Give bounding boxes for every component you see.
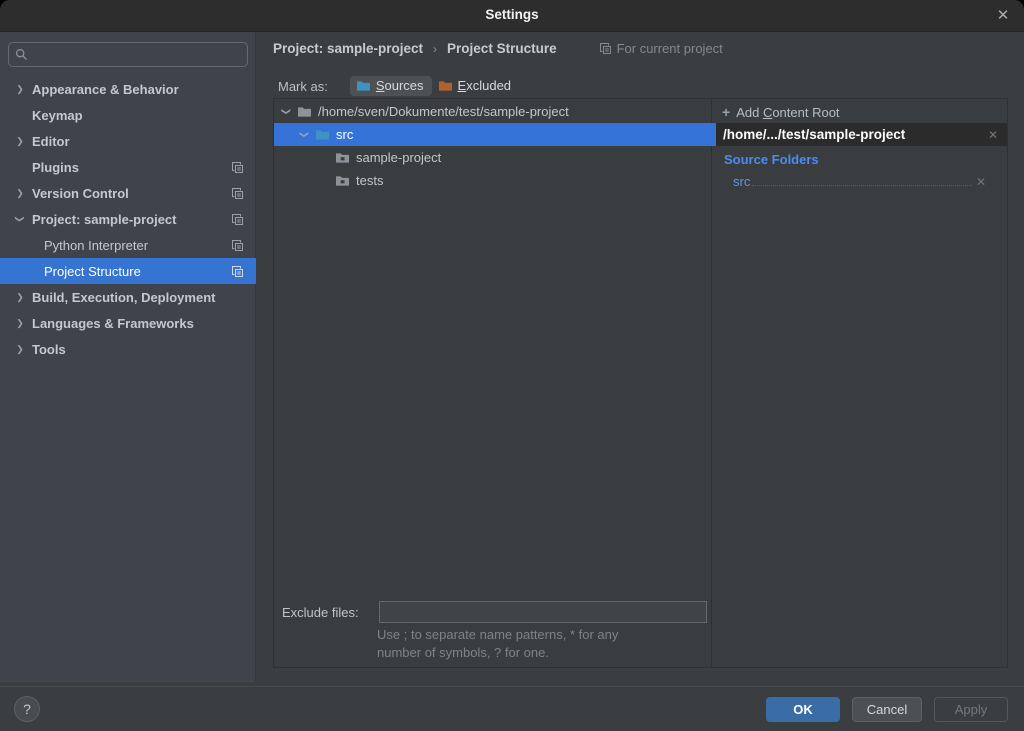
exclude-files-input[interactable] (379, 601, 707, 623)
main-content: Project: sample-project › Project Struct… (257, 32, 1024, 686)
dotted-leader (752, 185, 972, 186)
content-root-item[interactable]: /home/.../test/sample-project ✕ (711, 123, 1007, 146)
chevron-down-icon[interactable]: ❯ (281, 106, 292, 118)
titlebar: Settings ✕ (0, 0, 1024, 32)
footer-buttons: OK Cancel Apply (766, 697, 1008, 722)
chevron-right-icon[interactable]: ❯ (14, 291, 26, 303)
search-input[interactable] (33, 47, 241, 62)
sidebar-item-languages-frameworks[interactable]: ❯ Languages & Frameworks (0, 310, 256, 336)
dialog-footer: ? OK Cancel Apply (0, 686, 1024, 731)
scope-note-label: For current project (617, 41, 723, 56)
chevron-right-icon[interactable]: ❯ (14, 187, 26, 199)
sidebar-item-label: Plugins (32, 160, 79, 175)
ok-button[interactable]: OK (766, 697, 840, 722)
dialog-title: Settings (0, 7, 1024, 22)
source-folder-icon (356, 79, 371, 92)
hint-line: number of symbols, ? for one. (377, 644, 618, 662)
sidebar-item-label: Version Control (32, 186, 129, 201)
per-project-icon (231, 265, 244, 278)
sidebar-item-label: Project Structure (44, 264, 141, 279)
content-root-path: /home/.../test/sample-project (723, 127, 988, 142)
sidebar-item-project-structure[interactable]: Project Structure (0, 258, 256, 284)
tree-row-label: sample-project (356, 150, 441, 165)
sidebar-item-plugins[interactable]: Plugins (0, 154, 256, 180)
source-folder-item[interactable]: src ✕ (733, 171, 995, 189)
tree-row-src[interactable]: ❯ src (274, 123, 711, 146)
search-box[interactable] (8, 42, 248, 67)
sidebar-item-label: Keymap (32, 108, 83, 123)
breadcrumb-separator-icon: › (433, 42, 437, 56)
folder-icon (297, 105, 312, 118)
source-folder-link[interactable]: src (733, 174, 750, 189)
exclude-files-hint: Use ; to separate name patterns, * for a… (377, 626, 618, 662)
add-content-root-button[interactable]: + Add Content Root (722, 104, 840, 120)
sidebar-item-version-control[interactable]: ❯ Version Control (0, 180, 256, 206)
sidebar-item-keymap[interactable]: Keymap (0, 102, 256, 128)
settings-dialog: Settings ✕ ❯ Appearance & Behavior Keyma… (0, 0, 1024, 731)
scope-note: For current project (599, 41, 723, 56)
exclude-files-row: Exclude files: (280, 601, 707, 623)
source-folder-icon (315, 128, 330, 141)
remove-source-folder-icon[interactable]: ✕ (976, 175, 986, 189)
plus-icon: + (722, 104, 730, 120)
settings-sidebar: ❯ Appearance & Behavior Keymap ❯ Editor … (0, 32, 256, 682)
breadcrumb: Project: sample-project › Project Struct… (273, 41, 723, 56)
help-button[interactable]: ? (14, 696, 40, 722)
sidebar-item-tools[interactable]: ❯ Tools (0, 336, 256, 362)
sidebar-nav: ❯ Appearance & Behavior Keymap ❯ Editor … (0, 76, 256, 362)
excluded-folder-icon (438, 79, 453, 92)
remove-content-root-icon[interactable]: ✕ (988, 128, 998, 142)
hint-line: Use ; to separate name patterns, * for a… (377, 626, 618, 644)
page-title: Project Structure (447, 41, 557, 56)
chevron-right-icon[interactable]: ❯ (14, 83, 26, 95)
package-folder-icon (335, 151, 350, 164)
package-folder-icon (335, 174, 350, 187)
apply-button[interactable]: Apply (934, 697, 1008, 722)
mark-as-label: Mark as: (278, 79, 328, 94)
tree-row-sample-project[interactable]: sample-project (274, 146, 711, 169)
mark-sources-button[interactable]: Sources (350, 76, 432, 96)
per-project-icon (231, 187, 244, 200)
mark-as-toolbar: Mark as: Sources Excluded (278, 76, 519, 96)
per-project-icon (231, 213, 244, 226)
tree-row-label: src (336, 127, 353, 142)
search-icon (15, 48, 28, 61)
sidebar-item-python-interpreter[interactable]: Python Interpreter (0, 232, 256, 258)
per-project-icon (599, 42, 612, 55)
exclude-files-label: Exclude files: (282, 605, 372, 620)
sidebar-item-build-execution[interactable]: ❯ Build, Execution, Deployment (0, 284, 256, 310)
structure-panel: ❯ /home/sven/Dokumente/test/sample-proje… (273, 98, 1008, 668)
sidebar-item-label: Languages & Frameworks (32, 316, 194, 331)
content-roots-pane: + Add Content Root /home/.../test/sample… (712, 99, 1007, 667)
sidebar-item-label: Editor (32, 134, 70, 149)
per-project-icon (231, 161, 244, 174)
sidebar-item-appearance[interactable]: ❯ Appearance & Behavior (0, 76, 256, 102)
tree-row-label: tests (356, 173, 383, 188)
tree-row-content-root[interactable]: ❯ /home/sven/Dokumente/test/sample-proje… (274, 100, 711, 123)
per-project-icon (231, 239, 244, 252)
mark-excluded-button[interactable]: Excluded (432, 76, 519, 96)
chevron-down-icon[interactable]: ❯ (299, 129, 310, 141)
sidebar-item-editor[interactable]: ❯ Editor (0, 128, 256, 154)
sidebar-item-label: Python Interpreter (44, 238, 148, 253)
sidebar-item-label: Tools (32, 342, 66, 357)
close-icon[interactable]: ✕ (992, 5, 1014, 27)
tree-row-label: /home/sven/Dokumente/test/sample-project (318, 104, 569, 119)
chevron-right-icon[interactable]: ❯ (14, 317, 26, 329)
source-folders-heading: Source Folders (724, 152, 819, 167)
tree-row-tests[interactable]: tests (274, 169, 711, 192)
chevron-down-icon[interactable]: ❯ (14, 213, 26, 225)
breadcrumb-project: Project: sample-project (273, 41, 423, 56)
chevron-right-icon[interactable]: ❯ (14, 135, 26, 147)
sidebar-item-project[interactable]: ❯ Project: sample-project (0, 206, 256, 232)
content-tree: ❯ /home/sven/Dokumente/test/sample-proje… (274, 99, 712, 667)
sidebar-item-label: Build, Execution, Deployment (32, 290, 215, 305)
sidebar-item-label: Appearance & Behavior (32, 82, 179, 97)
sidebar-item-label: Project: sample-project (32, 212, 177, 227)
cancel-button[interactable]: Cancel (852, 697, 922, 722)
chevron-right-icon[interactable]: ❯ (14, 343, 26, 355)
